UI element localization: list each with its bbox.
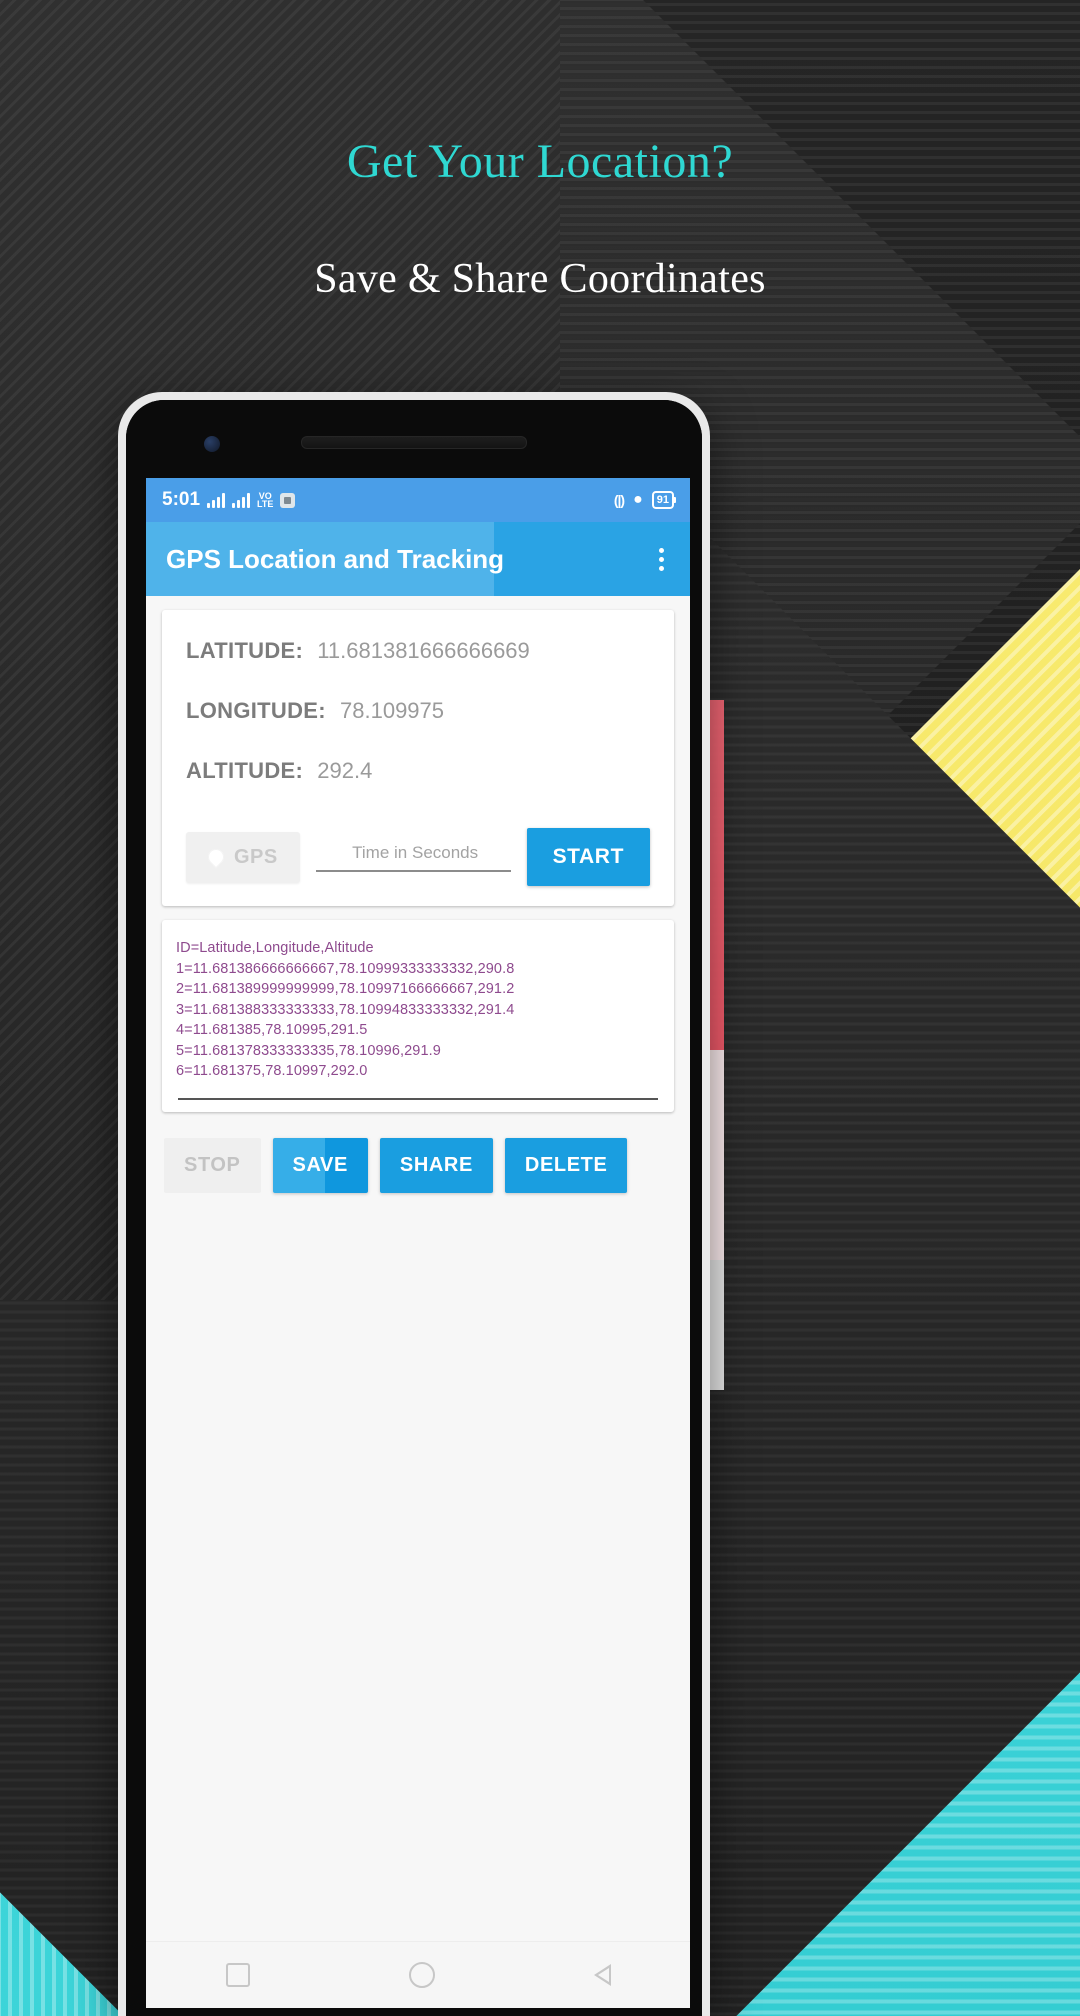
share-button[interactable]: SHARE [379, 1138, 493, 1193]
triangle-back-icon[interactable] [593, 1964, 611, 1986]
save-button[interactable]: SAVE [272, 1138, 368, 1193]
coordinates-card: LATITUDE: 11.681381666666669 LONGITUDE: … [162, 610, 674, 906]
longitude-row: LONGITUDE: 78.109975 [186, 698, 650, 724]
signal-bars-sim1-icon [207, 492, 226, 508]
android-nav-bar [146, 1941, 690, 2008]
gps-button-label: GPS [234, 845, 278, 868]
volte-icon: VO LTE [257, 492, 274, 509]
overflow-menu-icon[interactable] [653, 542, 670, 577]
latitude-value: 11.681381666666669 [317, 638, 530, 663]
longitude-value: 78.109975 [340, 698, 445, 723]
delete-button[interactable]: DELETE [504, 1138, 628, 1193]
status-bar: 5:01 VO LTE (|) ● 91 [146, 478, 690, 522]
battery-indicator: 91 [651, 491, 677, 509]
phone-screen: 5:01 VO LTE (|) ● 91 GPS Location and Tr… [146, 478, 690, 2008]
sd-card-icon [280, 492, 296, 508]
promo-headings: Get Your Location? Save & Share Coordina… [0, 0, 1080, 303]
coordinates-log-text: ID=Latitude,Longitude,Altitude 1=11.6813… [176, 940, 515, 1080]
log-card: ID=Latitude,Longitude,Altitude 1=11.6813… [162, 920, 674, 1112]
altitude-value: 292.4 [317, 758, 373, 783]
promo-subtitle: Save & Share Coordinates [314, 256, 766, 302]
square-recents-icon[interactable] [225, 1963, 250, 1987]
circle-home-icon[interactable] [408, 1962, 435, 1988]
promo-title: Get Your Location? [346, 135, 734, 188]
latitude-row: LATITUDE: 11.681381666666669 [186, 638, 650, 664]
gps-control-row: GPS START [186, 828, 650, 886]
front-camera-icon [204, 436, 220, 452]
phone-mockup: 5:01 VO LTE (|) ● 91 GPS Location and Tr… [118, 392, 710, 2016]
altitude-label: ALTITUDE: [186, 758, 304, 783]
location-pin-icon [204, 845, 228, 869]
altitude-row: ALTITUDE: 292.4 [186, 758, 650, 784]
gps-button[interactable]: GPS [186, 831, 300, 883]
latitude-label: LATITUDE: [186, 638, 304, 663]
phone-top-bezel [126, 400, 702, 486]
location-pin-icon: ● [633, 491, 643, 508]
time-input-wrapper [315, 842, 515, 872]
status-bar-right: (|) ● 91 [613, 491, 677, 509]
volte-bottom-text: LTE [257, 499, 274, 509]
signal-bars-sim2-icon [232, 492, 251, 508]
log-underline [178, 1098, 658, 1101]
stop-button[interactable]: STOP [164, 1138, 261, 1193]
start-button[interactable]: START [526, 828, 650, 886]
earpiece-speaker [301, 436, 527, 449]
time-in-seconds-input[interactable] [315, 842, 515, 864]
app-title: GPS Location and Tracking [166, 543, 505, 574]
longitude-label: LONGITUDE: [186, 698, 326, 723]
status-bar-left: 5:01 VO LTE [162, 489, 296, 511]
vibrate-icon: (|) [613, 492, 625, 508]
status-time: 5:01 [162, 489, 201, 510]
app-bar: GPS Location and Tracking [146, 522, 690, 596]
action-button-row: STOP SAVE SHARE DELETE [164, 1138, 672, 1193]
